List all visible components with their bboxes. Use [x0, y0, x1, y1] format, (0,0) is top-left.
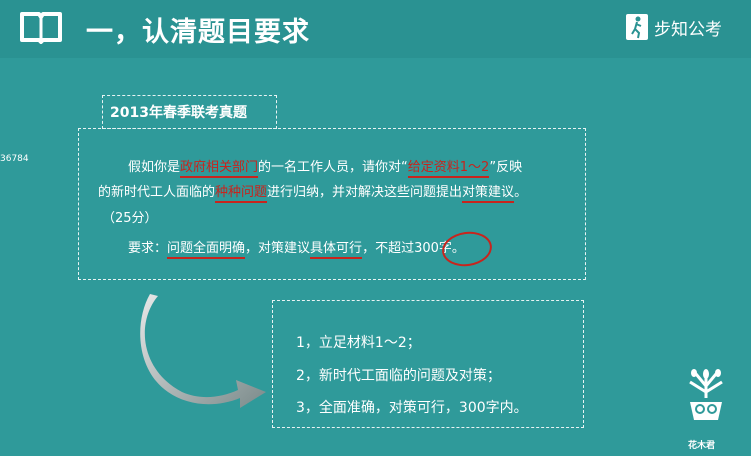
side-number: 36784 — [0, 154, 29, 164]
answer-item: 1，立足材料1～2； — [296, 335, 421, 351]
page-title: 一，认清题目要求 — [86, 17, 310, 48]
mascot-icon — [689, 369, 723, 420]
exam-tag: 2013年春季联考真题 — [110, 105, 247, 121]
curved-arrow-icon — [140, 294, 266, 408]
question-line-2: 的新时代工人面临的种种问题进行归纳，并对解决这些问题提出对策建议。 — [98, 184, 527, 203]
book-icon — [20, 12, 62, 44]
brand-logo: 步知公考 — [626, 14, 722, 40]
answer-item: 2，新时代工面临的问题及对策； — [296, 368, 501, 384]
question-line-1: 假如你是政府相关部门的一名工作人员，请你对“给定资料1～2”反映 — [128, 159, 522, 178]
question-line-3: （25分） — [102, 211, 158, 226]
runner-icon — [626, 14, 648, 40]
answer-item: 3，全面准确，对策可行，300字内。 — [296, 400, 528, 416]
question-line-4: 要求：问题全面明确，对策建议具体可行，不超过300字。 — [128, 240, 465, 259]
brand-name: 步知公考 — [654, 19, 722, 40]
mascot-label: 花木君 — [688, 441, 716, 451]
